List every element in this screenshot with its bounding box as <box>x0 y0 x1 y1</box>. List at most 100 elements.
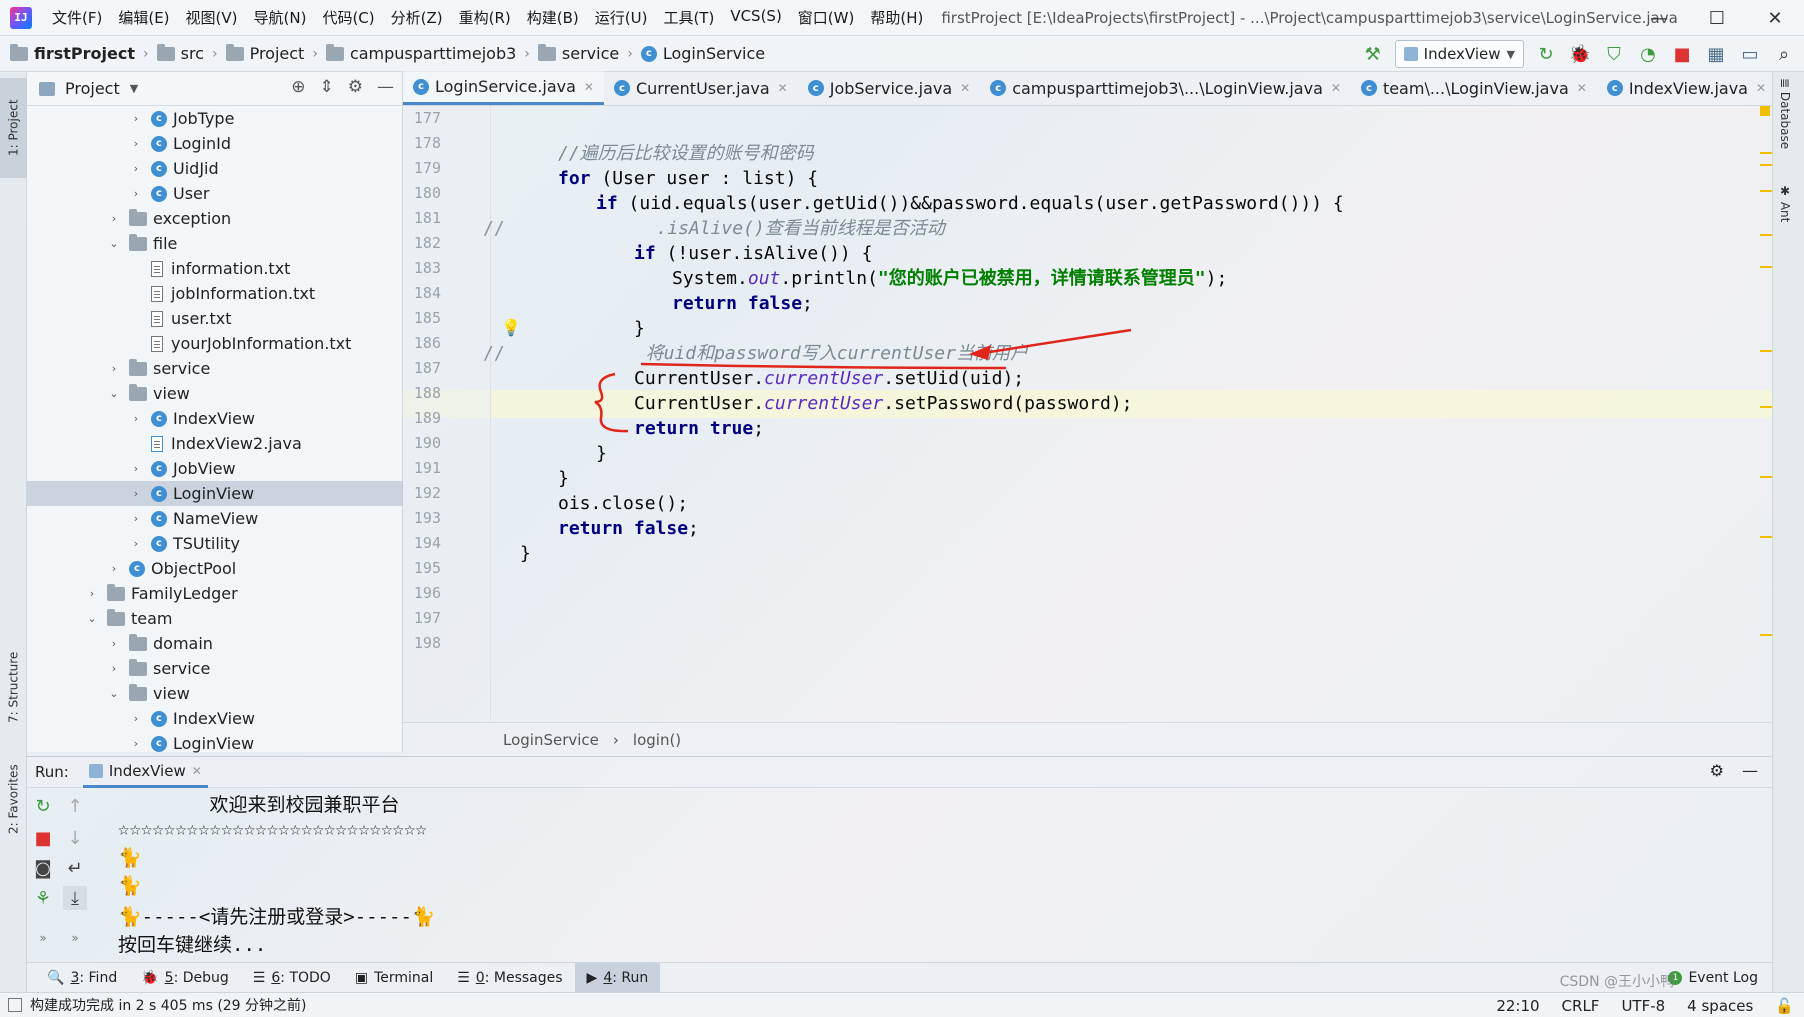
caret-position[interactable]: 22:10 <box>1496 997 1539 1015</box>
menu-item[interactable]: 重构(R) <box>451 7 519 28</box>
lock-icon[interactable]: 🔓 <box>1775 997 1794 1015</box>
menu-item[interactable]: VCS(S) <box>722 7 789 28</box>
chevron-right-icon[interactable]: › <box>107 662 121 675</box>
tree-item[interactable]: › FamilyLedger <box>27 581 403 606</box>
tree-item[interactable]: › c TSUtility <box>27 531 403 556</box>
stop-icon[interactable]: ■ <box>1670 42 1694 66</box>
event-log-button[interactable]: 1 Event Log <box>1668 963 1758 993</box>
menu-item[interactable]: 视图(V) <box>178 7 246 28</box>
tree-item[interactable]: › c UidJid <box>27 156 403 181</box>
breadcrumb-item[interactable]: service <box>534 43 623 63</box>
tree-item[interactable]: › service <box>27 356 403 381</box>
tree-item[interactable]: › c User <box>27 181 403 206</box>
tool-window-tab[interactable]: ☰ 0: Messages <box>445 963 574 993</box>
editor-tab[interactable]: c team\...\LoginView.java ✕ <box>1351 71 1597 105</box>
arrow-up-icon[interactable]: ↑ <box>63 794 87 818</box>
run-config-select[interactable]: IndexView ▼ <box>1394 40 1524 68</box>
chevron-right-icon[interactable]: › <box>129 712 143 725</box>
close-icon[interactable]: ✕ <box>1577 81 1587 95</box>
chevron-down-icon[interactable]: ⌄ <box>107 237 121 250</box>
tool-window-tab[interactable]: 🔍 3: Find <box>35 963 129 993</box>
chevron-down-icon[interactable]: ⌄ <box>85 612 99 625</box>
rerun-icon[interactable]: ↻ <box>1534 42 1558 66</box>
chevron-right-icon[interactable]: › <box>129 537 143 550</box>
tab-structure[interactable]: 7: Structure <box>0 632 27 742</box>
run-tab-indexview[interactable]: IndexView ✕ <box>82 756 208 788</box>
tree-item[interactable]: › service <box>27 656 403 681</box>
code-area[interactable]: //遍历后比较设置的账号和密码 for (User user : list) {… <box>483 106 1761 722</box>
restore-layout-icon[interactable]: ⚘ <box>31 886 55 910</box>
tree-item[interactable]: ⌄ file <box>27 231 403 256</box>
editor-tab[interactable]: c IndexView.java ✕ <box>1597 71 1776 105</box>
gear-icon[interactable]: ⚙ <box>348 77 363 97</box>
editor-tab[interactable]: c LoginService.java ✕ <box>403 71 604 105</box>
chevron-right-icon[interactable]: › <box>129 112 143 125</box>
close-icon[interactable]: ✕ <box>192 764 202 778</box>
close-icon[interactable]: ✕ <box>778 81 788 95</box>
editor-tab[interactable]: c JobService.java ✕ <box>798 71 980 105</box>
tree-item[interactable]: › exception <box>27 206 403 231</box>
breadcrumb-method[interactable]: login() <box>633 731 681 749</box>
rerun-icon[interactable]: ↻ <box>31 794 55 818</box>
breadcrumb-class[interactable]: LoginService <box>503 731 599 749</box>
tool-window-tab[interactable]: ☰ 6: TODO <box>241 963 343 993</box>
breadcrumb-item[interactable]: firstProject <box>6 43 139 63</box>
menu-item[interactable]: 编辑(E) <box>110 7 177 28</box>
scroll-to-end-icon[interactable]: ⤓ <box>63 886 87 910</box>
line-separator[interactable]: CRLF <box>1562 997 1600 1015</box>
warning-marker-icon[interactable] <box>1760 106 1770 116</box>
code-editor[interactable]: 177 178 179 180 181 182 183 184 185 186 187 188 189 1… <box>403 106 1772 756</box>
more-icon[interactable]: » <box>63 926 87 950</box>
build-hammer-icon[interactable]: ⚒ <box>1361 42 1385 66</box>
tree-item[interactable]: yourJobInformation.txt <box>27 331 403 356</box>
status-message[interactable]: 构建成功完成 in 2 s 405 ms (29 分钟之前) <box>30 995 307 1015</box>
close-icon[interactable]: ✕ <box>1746 0 1804 36</box>
minimize-icon[interactable]: — <box>1630 0 1688 36</box>
menu-item[interactable]: 窗口(W) <box>790 7 863 28</box>
console-output[interactable]: 欢迎来到校园兼职平台 ☆☆☆☆☆☆☆☆☆☆☆☆☆☆☆☆☆☆☆☆☆☆☆☆☆☆☆ 🐈… <box>100 788 1760 958</box>
tool-window-tab[interactable]: ▣ Terminal <box>343 963 445 993</box>
breadcrumb-item[interactable]: Project <box>222 43 309 63</box>
chevron-right-icon[interactable]: › <box>107 637 121 650</box>
tab-ant[interactable]: ✱ Ant <box>1778 184 1792 222</box>
soft-wrap-icon[interactable]: ↵ <box>63 856 87 880</box>
hide-icon[interactable]: — <box>377 77 394 97</box>
chevron-right-icon[interactable]: › <box>107 212 121 225</box>
menu-item[interactable]: 导航(N) <box>246 7 315 28</box>
menu-item[interactable]: 运行(U) <box>587 7 656 28</box>
chevron-right-icon[interactable]: › <box>129 137 143 150</box>
chevron-right-icon[interactable]: › <box>107 362 121 375</box>
chevron-right-icon[interactable]: › <box>129 187 143 200</box>
tree-item[interactable]: ⌄ view <box>27 681 403 706</box>
editor-tab[interactable]: c campusparttimejob3\...\LoginView.java ✕ <box>980 71 1351 105</box>
indent-setting[interactable]: 4 spaces <box>1687 997 1753 1015</box>
profile-icon[interactable]: ◔ <box>1636 42 1660 66</box>
chevron-right-icon[interactable]: › <box>85 587 99 600</box>
editor-tab[interactable]: c CurrentUser.java ✕ <box>604 71 798 105</box>
tree-item[interactable]: IndexView2.java <box>27 431 403 456</box>
chevron-down-icon[interactable]: ⌄ <box>107 687 121 700</box>
menu-item[interactable]: 帮助(H) <box>862 7 931 28</box>
close-icon[interactable]: ✕ <box>584 80 594 94</box>
tree-item[interactable]: › c IndexView <box>27 406 403 431</box>
chevron-right-icon[interactable]: › <box>129 162 143 175</box>
tree-item[interactable]: › c LoginView <box>27 731 403 756</box>
maximize-icon[interactable]: ☐ <box>1688 0 1746 36</box>
tree-item[interactable]: › domain <box>27 631 403 656</box>
close-icon[interactable]: ✕ <box>1756 81 1766 95</box>
tab-database[interactable]: ≣ Database <box>1778 78 1792 149</box>
chevron-down-icon[interactable]: ▼ <box>130 82 138 95</box>
tree-item[interactable]: ⌄ team <box>27 606 403 631</box>
tool-window-tab[interactable]: ▶ 4: Run <box>574 962 661 993</box>
tree-item[interactable]: user.txt <box>27 306 403 331</box>
close-icon[interactable]: ✕ <box>1331 81 1341 95</box>
tree-item[interactable]: ⌄ view <box>27 381 403 406</box>
sdk-icon[interactable]: ▭ <box>1738 42 1762 66</box>
chevron-right-icon[interactable]: › <box>129 737 143 750</box>
tree-item[interactable]: › c JobView <box>27 456 403 481</box>
menu-item[interactable]: 构建(B) <box>519 7 587 28</box>
hide-icon[interactable]: — <box>1742 761 1758 780</box>
chevron-right-icon[interactable]: › <box>129 412 143 425</box>
more-icon[interactable]: » <box>31 926 55 950</box>
tool-window-tab[interactable]: 🐞 5: Debug <box>129 963 241 993</box>
